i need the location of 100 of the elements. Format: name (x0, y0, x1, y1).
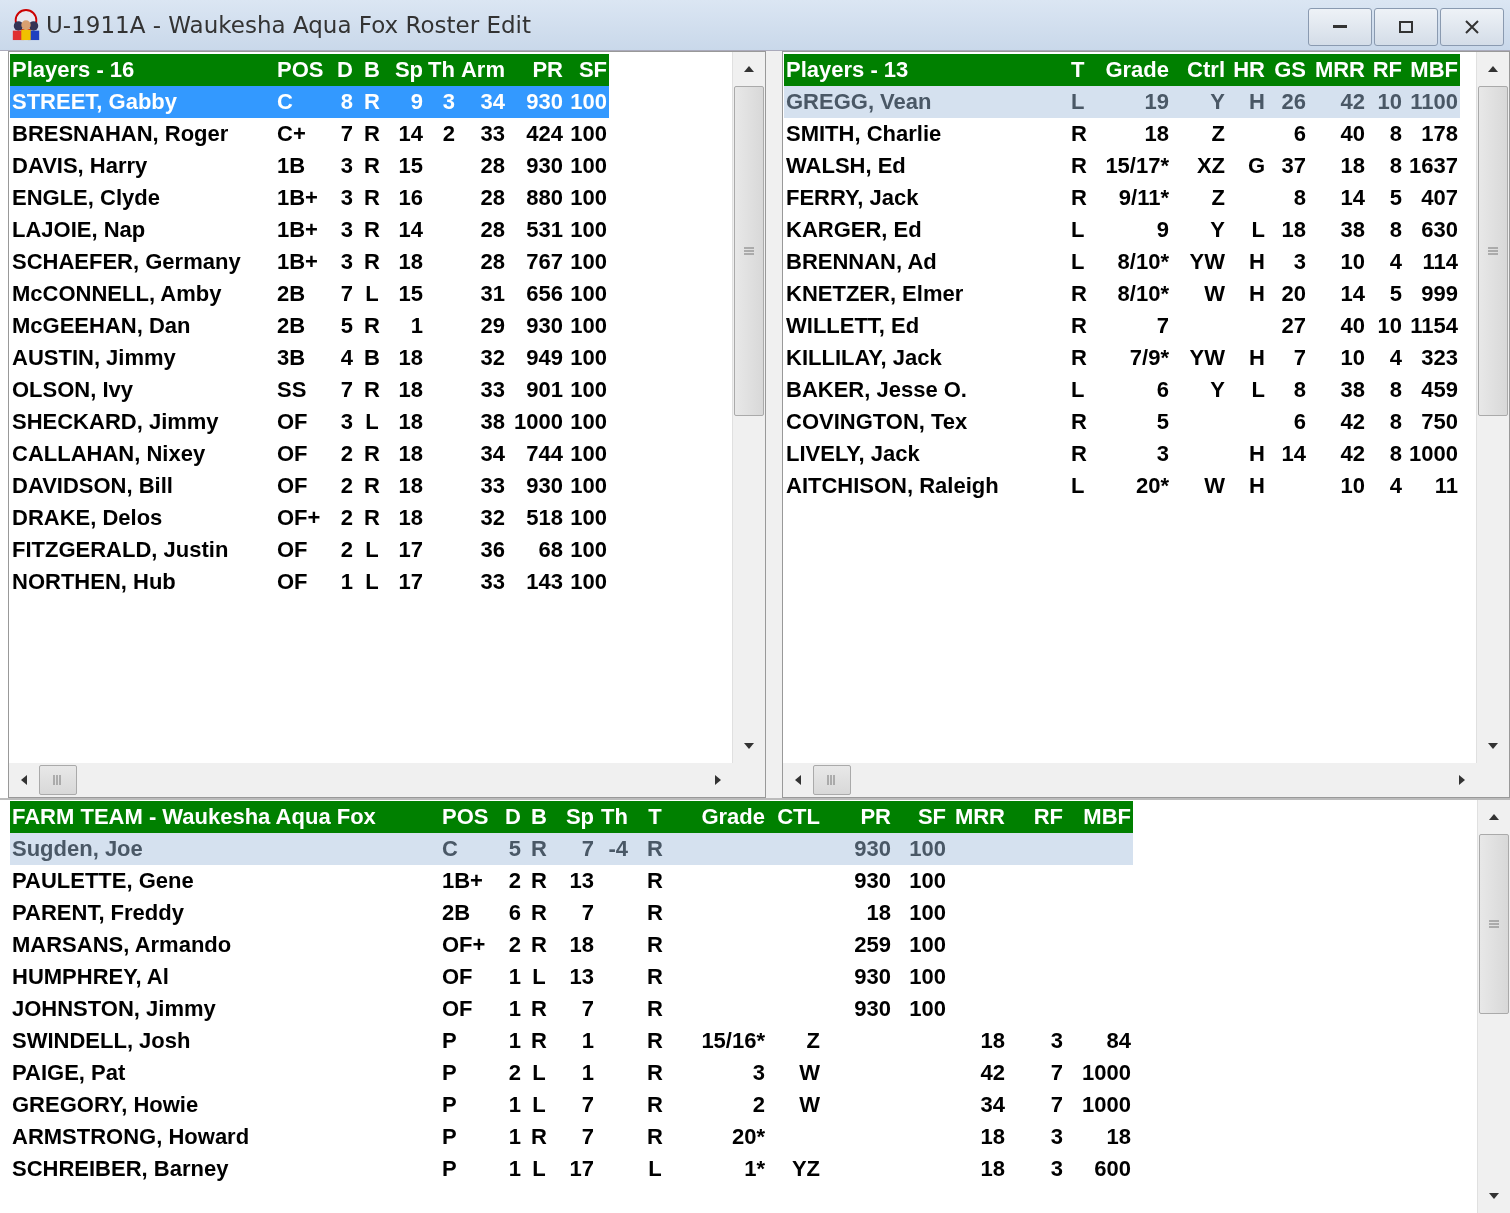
column-header[interactable]: Players - 16 (10, 54, 275, 86)
horizontal-scrollbar[interactable] (9, 763, 765, 797)
table-cell-text: 13 (568, 963, 595, 991)
scroll-up-icon[interactable] (1488, 66, 1498, 72)
column-header[interactable]: Th (425, 54, 457, 86)
column-header[interactable]: GS (1267, 54, 1308, 86)
player-row[interactable]: ARMSTRONG, Howard P 1 R 7 R 20* 18 3 18 (10, 1121, 1133, 1153)
column-header[interactable]: D (500, 801, 523, 833)
column-header[interactable]: PR (822, 801, 893, 833)
column-header[interactable]: HR (1227, 54, 1267, 86)
player-row[interactable]: AUSTIN, Jimmy 3B 4 B 18 32 949 100 (10, 342, 609, 374)
player-row[interactable]: GREGORY, Howie P 1 L 7 R 2 W 34 7 1000 (10, 1089, 1133, 1121)
table-cell-text: 15 (397, 152, 424, 180)
vertical-scrollbar[interactable] (1477, 800, 1510, 1213)
player-row[interactable]: FITZGERALD, Justin OF 2 L 17 36 68 100 (10, 534, 609, 566)
column-header[interactable]: SF (565, 54, 609, 86)
scrollbar-thumb[interactable] (39, 765, 77, 795)
player-row[interactable]: KILLILAY, Jack R 7/9* YW H 7 10 4 323 (784, 342, 1460, 374)
player-row[interactable]: WALSH, Ed R 15/17* XZ G 37 18 8 1637 (784, 150, 1460, 182)
column-header[interactable]: Grade (680, 801, 767, 833)
column-header[interactable]: T (1069, 54, 1094, 86)
player-row[interactable]: PAIGE, Pat P 2 L 1 R 3 W 42 7 1000 (10, 1057, 1133, 1089)
column-header[interactable]: RF (1367, 54, 1404, 86)
column-header[interactable]: Grade (1094, 54, 1171, 86)
column-header[interactable]: MBF (1404, 54, 1460, 86)
player-row[interactable]: SCHAEFER, Germany 1B+ 3 R 18 28 767 100 (10, 246, 609, 278)
column-header[interactable]: Th (596, 801, 630, 833)
player-row[interactable]: KARGER, Ed L 9 Y L 18 38 8 630 (784, 214, 1460, 246)
scroll-up-icon[interactable] (1489, 814, 1499, 820)
horizontal-scrollbar[interactable] (783, 763, 1509, 797)
player-row[interactable]: McGEEHAN, Dan 2B 5 R 1 29 930 100 (10, 310, 609, 342)
player-row[interactable]: DAVIDSON, Bill OF 2 R 18 33 930 100 (10, 470, 609, 502)
player-row[interactable]: MARSANS, Armando OF+ 2 R 18 R 259 100 (10, 929, 1133, 961)
close-button[interactable] (1440, 8, 1504, 46)
scroll-right-icon[interactable] (715, 775, 721, 785)
player-row[interactable]: SCHREIBER, Barney P 1 L 17 L 1* YZ 18 3 600 (10, 1153, 1133, 1185)
table-cell-text: R (363, 472, 381, 500)
player-row[interactable]: SHECKARD, Jimmy OF 3 L 18 38 1000 100 (10, 406, 609, 438)
column-header[interactable]: Ctrl (1171, 54, 1227, 86)
player-row[interactable]: DAVIS, Harry 1B 3 R 15 28 930 100 (10, 150, 609, 182)
table-cell-text: 19 (1143, 88, 1170, 116)
column-header[interactable]: POS (440, 801, 500, 833)
scrollbar-thumb[interactable] (734, 86, 764, 416)
scroll-down-icon[interactable] (744, 743, 754, 749)
player-row[interactable]: LAJOIE, Nap 1B+ 3 R 14 28 531 100 (10, 214, 609, 246)
player-row[interactable]: ENGLE, Clyde 1B+ 3 R 16 28 880 100 (10, 182, 609, 214)
player-row[interactable]: GREGG, Vean L 19 Y H 26 42 10 1100 (784, 86, 1460, 118)
scroll-down-icon[interactable] (1488, 743, 1498, 749)
player-row[interactable]: HUMPHREY, Al OF 1 L 13 R 930 100 (10, 961, 1133, 993)
player-row[interactable]: PARENT, Freddy 2B 6 R 7 R 18 100 (10, 897, 1133, 929)
player-row[interactable]: PAULETTE, Gene 1B+ 2 R 13 R 930 100 (10, 865, 1133, 897)
table-cell-text: 6 (1292, 120, 1307, 148)
player-row[interactable]: KNETZER, Elmer R 8/10* W H 20 14 5 999 (784, 278, 1460, 310)
player-row[interactable]: BAKER, Jesse O. L 6 Y L 8 38 8 459 (784, 374, 1460, 406)
vertical-scrollbar[interactable] (732, 52, 765, 763)
column-header[interactable]: MRR (948, 801, 1007, 833)
player-row[interactable]: SWINDELL, Josh P 1 R 1 R 15/16* Z 18 3 84 (10, 1025, 1133, 1057)
maximize-button[interactable] (1374, 8, 1438, 46)
scrollbar-thumb[interactable] (1478, 86, 1508, 416)
scrollbar-thumb[interactable] (1479, 834, 1509, 1014)
column-header[interactable]: Sp (389, 54, 425, 86)
column-header[interactable]: CTL (767, 801, 822, 833)
scroll-right-icon[interactable] (1459, 775, 1465, 785)
vertical-scrollbar[interactable] (1476, 52, 1509, 763)
scroll-down-icon[interactable] (1489, 1193, 1499, 1199)
column-header[interactable]: B (355, 54, 389, 86)
column-header[interactable]: MBF (1065, 801, 1133, 833)
scroll-left-icon[interactable] (795, 775, 801, 785)
player-row[interactable]: BRESNAHAN, Roger C+ 7 R 14 2 33 424 100 (10, 118, 609, 150)
column-header[interactable]: PR (507, 54, 565, 86)
player-row[interactable]: OLSON, Ivy SS 7 R 18 33 901 100 (10, 374, 609, 406)
scroll-left-icon[interactable] (21, 775, 27, 785)
player-row[interactable]: AITCHISON, Raleigh L 20* W H 10 4 11 (784, 470, 1460, 502)
player-row[interactable]: SMITH, Charlie R 18 Z 6 40 8 178 (784, 118, 1460, 150)
column-header[interactable]: RF (1007, 801, 1065, 833)
player-row[interactable]: CALLAHAN, Nixey OF 2 R 18 34 744 100 (10, 438, 609, 470)
column-header[interactable]: Arm (457, 54, 507, 86)
player-row[interactable]: BRENNAN, Ad L 8/10* YW H 3 10 4 114 (784, 246, 1460, 278)
scrollbar-thumb[interactable] (813, 765, 851, 795)
column-header[interactable]: Players - 13 (784, 54, 1069, 86)
column-header[interactable]: FARM TEAM - Waukesha Aqua Fox (10, 801, 440, 833)
column-header[interactable]: Sp (555, 801, 596, 833)
column-header[interactable]: T (630, 801, 680, 833)
column-header[interactable]: POS (275, 54, 333, 86)
player-row[interactable]: LIVELY, Jack R 3 H 14 42 8 1000 (784, 438, 1460, 470)
column-header[interactable]: D (333, 54, 355, 86)
table-cell-text: 1B+ (276, 184, 319, 212)
player-row[interactable]: DRAKE, Delos OF+ 2 R 18 32 518 100 (10, 502, 609, 534)
column-header[interactable]: SF (893, 801, 948, 833)
column-header[interactable]: B (523, 801, 555, 833)
player-row[interactable]: WILLETT, Ed R 7 27 40 10 1154 (784, 310, 1460, 342)
player-row[interactable]: FERRY, Jack R 9/11* Z 8 14 5 407 (784, 182, 1460, 214)
player-row[interactable]: JOHNSTON, Jimmy OF 1 R 7 R 930 100 (10, 993, 1133, 1025)
player-row[interactable]: COVINGTON, Tex R 5 6 42 8 750 (784, 406, 1460, 438)
table-cell-text: 7 (1049, 1059, 1064, 1087)
player-row[interactable]: NORTHEN, Hub OF 1 L 17 33 143 100 (10, 566, 609, 598)
player-row[interactable]: Sugden, Joe C 5 R 7 -4 R 930 100 (10, 833, 1133, 865)
player-row[interactable]: McCONNELL, Amby 2B 7 L 15 31 656 100 (10, 278, 609, 310)
scroll-up-icon[interactable] (744, 66, 754, 72)
column-header[interactable]: MRR (1308, 54, 1367, 86)
